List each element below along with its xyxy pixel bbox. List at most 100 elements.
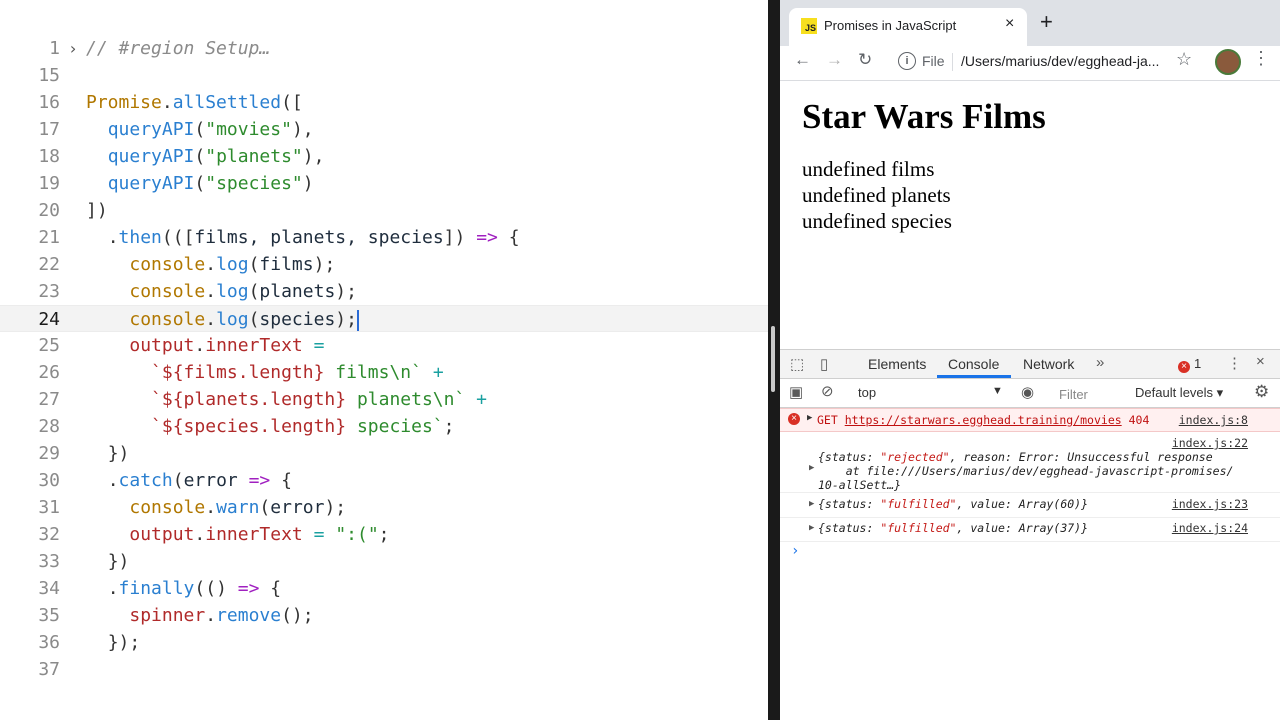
browser-toolbar: ← → ↻ i File /Users/marius/dev/egghead-j… bbox=[780, 46, 1280, 81]
code-line[interactable]: 1 › // #region Setup… bbox=[0, 35, 768, 62]
code-text: spinner.remove(); bbox=[129, 605, 314, 626]
code-line[interactable]: 21 .then(([films, planets, species]) => … bbox=[0, 224, 768, 251]
page-line-planets: undefined planets bbox=[802, 183, 951, 207]
log-source-link[interactable]: index.js:23 bbox=[1172, 497, 1248, 511]
close-tab-icon[interactable]: × bbox=[1005, 15, 1014, 33]
console-error-message[interactable]: × ▶ GET https://starwars.egghead.trainin… bbox=[780, 408, 1280, 432]
page-title: Star Wars Films bbox=[802, 97, 1046, 136]
line-number: 36 bbox=[38, 632, 60, 653]
code-text: output.innerText = ":("; bbox=[129, 524, 390, 545]
code-line[interactable]: 29 }) bbox=[0, 440, 768, 467]
code-text: }) bbox=[107, 443, 130, 464]
devtools-tabbar: ⬚ ▯ Elements Console Network » × 1 ⋮ × bbox=[780, 350, 1280, 379]
log-source-link[interactable]: index.js:24 bbox=[1172, 521, 1248, 535]
error-source-link[interactable]: index.js:8 bbox=[1179, 413, 1248, 427]
code-line[interactable]: 26 `${films.length} films\n` + bbox=[0, 359, 768, 386]
console-log-message[interactable]: ▶ {status: "fulfilled", value: Array(37)… bbox=[780, 517, 1280, 542]
bookmark-star-icon[interactable]: ☆ bbox=[1176, 49, 1192, 70]
code-line[interactable]: 34 .finally(() => { bbox=[0, 575, 768, 602]
line-number: 19 bbox=[38, 173, 60, 194]
profile-avatar[interactable] bbox=[1215, 49, 1241, 75]
code-text: .finally(() => { bbox=[107, 578, 282, 599]
code-line[interactable]: 37 bbox=[0, 656, 768, 683]
line-number: 26 bbox=[38, 362, 60, 383]
close-devtools-icon[interactable]: × bbox=[1256, 353, 1265, 370]
code-line[interactable]: 35 spinner.remove(); bbox=[0, 602, 768, 629]
fold-chevron-icon[interactable]: › bbox=[66, 35, 80, 62]
code-line[interactable]: 22 console.log(films); bbox=[0, 251, 768, 278]
console-log-message[interactable]: ▶ {status: "fulfilled", value: Array(60)… bbox=[780, 493, 1280, 518]
code-line[interactable]: 27 `${planets.length} planets\n` + bbox=[0, 386, 768, 413]
console-log-message[interactable]: index.js:22 ▶ {status: "rejected", reaso… bbox=[780, 432, 1280, 493]
expand-triangle-icon[interactable]: ▶ bbox=[809, 463, 814, 473]
context-select[interactable]: top bbox=[858, 385, 876, 400]
code-line[interactable]: 18 queryAPI("planets"), bbox=[0, 143, 768, 170]
tab-network[interactable]: Network bbox=[1023, 356, 1074, 372]
code-line[interactable]: 20]) bbox=[0, 197, 768, 224]
tab-elements[interactable]: Elements bbox=[868, 356, 926, 372]
log-source-link[interactable]: index.js:22 bbox=[1172, 436, 1248, 450]
code-line[interactable]: 32 output.innerText = ":("; bbox=[0, 521, 768, 548]
code-text: queryAPI("planets"), bbox=[107, 146, 325, 167]
log-line: {status: "fulfilled", value: Array(37)} bbox=[818, 521, 1089, 535]
code-line[interactable]: 16 Promise.allSettled([ bbox=[0, 89, 768, 116]
code-line[interactable]: 15 bbox=[0, 62, 768, 89]
sidebar-toggle-icon[interactable]: ▣ bbox=[789, 383, 803, 401]
code-line[interactable]: 24 console.log(species); bbox=[0, 305, 768, 332]
code-line[interactable]: 33 }) bbox=[0, 548, 768, 575]
error-count-badge[interactable]: × 1 bbox=[1178, 356, 1201, 373]
code-line[interactable]: 31 console.warn(error); bbox=[0, 494, 768, 521]
error-text: GET https://starwars.egghead.training/mo… bbox=[817, 413, 1149, 427]
error-icon: × bbox=[1178, 361, 1190, 373]
back-icon[interactable]: ← bbox=[794, 50, 811, 70]
live-expression-eye-icon[interactable]: ◉ bbox=[1021, 383, 1034, 401]
browser-menu-icon[interactable]: ⋮ bbox=[1252, 48, 1270, 69]
code-line[interactable]: 25 output.innerText = bbox=[0, 332, 768, 359]
line-number: 31 bbox=[38, 497, 60, 518]
info-icon[interactable]: i bbox=[898, 52, 916, 70]
tab-title: Promises in JavaScript bbox=[824, 18, 957, 33]
inspect-element-icon[interactable]: ⬚ bbox=[790, 355, 804, 373]
expand-triangle-icon[interactable]: ▶ bbox=[809, 523, 814, 533]
log-line: 10-allSett…} bbox=[818, 478, 902, 492]
browser-tab[interactable]: JS Promises in JavaScript × bbox=[789, 8, 1027, 46]
code-text: output.innerText = bbox=[129, 335, 325, 356]
tab-console[interactable]: Console bbox=[948, 356, 999, 372]
code-text: console.log(planets); bbox=[129, 281, 357, 302]
code-editor[interactable]: 1 › // #region Setup… 15 16 Promise.allSettle… bbox=[0, 0, 768, 720]
device-toolbar-icon[interactable]: ▯ bbox=[820, 355, 828, 373]
code-line[interactable]: 30 .catch(error => { bbox=[0, 467, 768, 494]
expand-triangle-icon[interactable]: ▶ bbox=[807, 413, 812, 423]
forward-icon[interactable]: → bbox=[826, 50, 843, 70]
line-number: 29 bbox=[38, 443, 60, 464]
console-settings-gear-icon[interactable]: ⚙ bbox=[1254, 382, 1269, 402]
code-text: console.log(films); bbox=[129, 254, 336, 275]
log-levels-select[interactable]: Default levels ▾ bbox=[1135, 385, 1223, 401]
active-tab-indicator bbox=[937, 375, 1011, 378]
chevron-down-icon[interactable]: ▼ bbox=[992, 385, 1003, 397]
code-text: Promise.allSettled([ bbox=[86, 92, 303, 113]
line-number: 25 bbox=[38, 335, 60, 356]
more-tabs-icon[interactable]: » bbox=[1096, 354, 1104, 371]
code-text: // #region Setup… bbox=[86, 38, 271, 59]
code-text: queryAPI("species") bbox=[107, 173, 314, 194]
editor-scrollbar[interactable] bbox=[771, 326, 775, 392]
clear-console-icon[interactable]: ⊘ bbox=[821, 382, 834, 400]
error-url-link[interactable]: https://starwars.egghead.training/movies bbox=[845, 413, 1122, 427]
omnibox-scheme[interactable]: File bbox=[922, 53, 945, 69]
devtools-menu-icon[interactable]: ⋮ bbox=[1227, 354, 1242, 372]
code-line[interactable]: 28 `${species.length} species`; bbox=[0, 413, 768, 440]
code-line[interactable]: 23 console.log(planets); bbox=[0, 278, 768, 305]
console-prompt[interactable]: › bbox=[791, 543, 799, 559]
console-filter-input[interactable] bbox=[1057, 383, 1131, 405]
code-line[interactable]: 17 queryAPI("movies"), bbox=[0, 116, 768, 143]
new-tab-icon[interactable]: + bbox=[1040, 11, 1053, 33]
code-line[interactable]: 36 }); bbox=[0, 629, 768, 656]
code-line[interactable]: 19 queryAPI("species") bbox=[0, 170, 768, 197]
browser-window: JS Promises in JavaScript × + ← → ↻ i Fi… bbox=[780, 0, 1280, 720]
expand-triangle-icon[interactable]: ▶ bbox=[809, 499, 814, 509]
log-levels-label: Default levels bbox=[1135, 385, 1214, 400]
reload-icon[interactable]: ↻ bbox=[858, 50, 872, 70]
omnibox-url[interactable]: /Users/marius/dev/egghead-ja... bbox=[961, 53, 1159, 69]
page-line-species: undefined species bbox=[802, 209, 952, 233]
